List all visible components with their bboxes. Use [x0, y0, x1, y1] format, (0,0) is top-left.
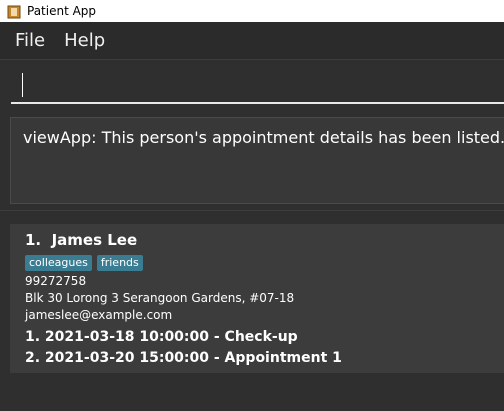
person-index: 1. [25, 231, 42, 249]
command-box [0, 60, 504, 110]
person-name-line: 1. James Lee [25, 231, 137, 249]
window-title: Patient App [27, 4, 97, 18]
person-email: jameslee@example.com [25, 308, 173, 322]
text-caret [22, 73, 23, 97]
appointment-item: 2. 2021-03-20 15:00:00 - Appointment 1 [25, 350, 342, 366]
app-icon [7, 4, 21, 19]
menu-help[interactable]: Help [64, 30, 105, 51]
appointment-item: 1. 2021-03-18 10:00:00 - Check-up [25, 329, 298, 345]
person-list: 1. James Lee colleagues friends 99272758… [0, 210, 504, 411]
result-message: viewApp: This person's appointment detai… [23, 128, 504, 147]
title-bar: Patient App [0, 0, 504, 22]
menu-bar: File Help [0, 22, 504, 60]
command-input[interactable] [11, 68, 504, 104]
person-card[interactable]: 1. James Lee colleagues friends 99272758… [10, 224, 504, 373]
tag-friends: friends [96, 255, 143, 271]
tag-list: colleagues friends [25, 255, 148, 271]
menu-file[interactable]: File [15, 30, 45, 51]
person-phone: 99272758 [25, 274, 87, 288]
person-address: Blk 30 Lorong 3 Serangoon Gardens, #07-1… [25, 291, 295, 305]
tag-colleagues: colleagues [25, 255, 92, 271]
result-display: viewApp: This person's appointment detai… [10, 117, 504, 204]
person-name: James Lee [51, 231, 138, 249]
